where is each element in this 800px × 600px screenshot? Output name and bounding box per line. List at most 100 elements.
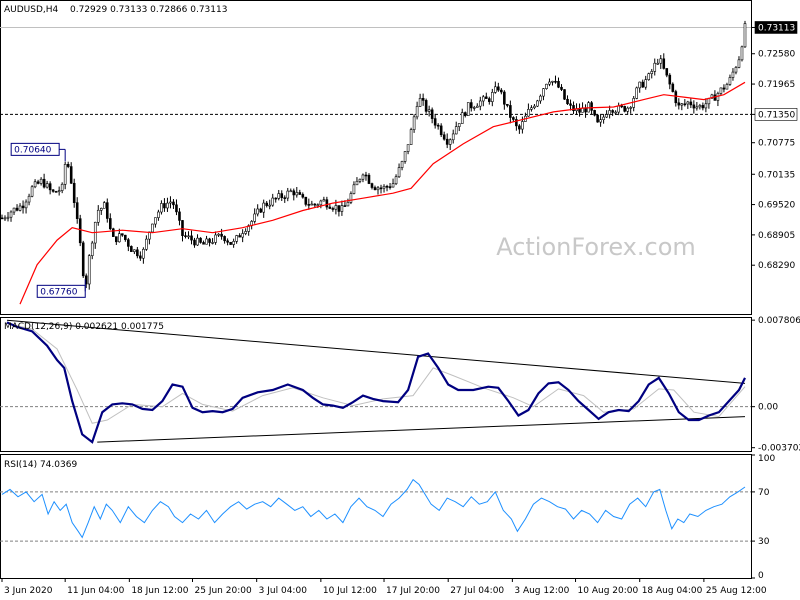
candle-body bbox=[451, 133, 455, 141]
candle-body bbox=[196, 237, 199, 246]
candle-body bbox=[244, 231, 247, 234]
candle-body bbox=[187, 235, 190, 238]
candle-body bbox=[527, 109, 530, 117]
time-tick-label: 10 Jul 12:00 bbox=[323, 586, 377, 596]
candle-body bbox=[584, 107, 587, 113]
candle-body bbox=[614, 111, 617, 114]
candle-body bbox=[545, 83, 548, 89]
callout-label: 0.67760 bbox=[40, 287, 77, 297]
candle-body bbox=[99, 207, 103, 211]
candle-body bbox=[590, 102, 593, 111]
candle-body bbox=[72, 182, 76, 203]
candle-body bbox=[509, 105, 512, 118]
macd-tick-label: 0.00 bbox=[758, 403, 778, 413]
candle-body bbox=[268, 204, 272, 207]
candle-body bbox=[205, 238, 208, 245]
time-tick-label: 3 Jul 04:00 bbox=[259, 586, 308, 596]
candle-body bbox=[539, 95, 542, 102]
candle-body bbox=[644, 79, 648, 88]
watermark: ActionForex.com bbox=[496, 233, 696, 261]
candle-body bbox=[12, 207, 16, 213]
macd-axis: 0.007806 0.00 -0.003702 bbox=[751, 316, 800, 454]
candle-body bbox=[530, 107, 533, 110]
rsi-axis: 100 70 30 0 bbox=[751, 454, 775, 581]
candle-body bbox=[463, 112, 467, 116]
candle-body bbox=[418, 97, 422, 107]
candle-body bbox=[400, 161, 404, 168]
candle-body bbox=[632, 98, 635, 108]
candle-body bbox=[656, 62, 660, 65]
candle-body bbox=[220, 233, 223, 237]
candle-body bbox=[415, 106, 419, 118]
candle-body bbox=[121, 233, 124, 236]
macd-title: MACD(12,26,9) 0.002621 0.001775 bbox=[4, 322, 164, 332]
candle-body bbox=[424, 100, 428, 112]
time-tick-label: 25 Aug 12:00 bbox=[706, 586, 767, 596]
candle-body bbox=[175, 204, 178, 213]
candle-body bbox=[115, 236, 118, 243]
candle-body bbox=[87, 255, 91, 285]
candle-body bbox=[337, 205, 341, 212]
candle-body bbox=[151, 223, 154, 233]
time-tick-label: 17 Jul 20:00 bbox=[386, 586, 440, 596]
candle-body bbox=[497, 86, 500, 91]
candle-body bbox=[316, 204, 320, 207]
price-tick-label: 0.71965 bbox=[758, 80, 795, 90]
candle-body bbox=[319, 200, 323, 206]
candle-body bbox=[521, 121, 524, 130]
candle-body bbox=[439, 125, 443, 136]
candle-body bbox=[698, 105, 702, 108]
candle-body bbox=[430, 109, 434, 119]
candle-body bbox=[39, 178, 43, 184]
candle-body bbox=[677, 102, 681, 106]
symbol-title: AUDUSD,H4 bbox=[4, 5, 59, 15]
candle-body bbox=[364, 174, 368, 177]
candle-body bbox=[223, 236, 226, 242]
candle-body bbox=[54, 191, 58, 193]
candle-body bbox=[292, 190, 296, 196]
candle-body bbox=[214, 234, 217, 243]
candle-body bbox=[286, 190, 290, 199]
candle-body bbox=[136, 249, 139, 257]
candle-body bbox=[124, 234, 127, 240]
candle-body bbox=[45, 183, 49, 188]
candle-body bbox=[265, 202, 269, 206]
candle-body bbox=[310, 203, 314, 206]
candle-body bbox=[475, 105, 479, 108]
time-tick-label: 18 Jun 12:00 bbox=[131, 586, 188, 596]
candle-body bbox=[274, 197, 278, 200]
candle-body bbox=[653, 62, 657, 72]
candle-body bbox=[24, 201, 28, 209]
callout-label: 0.70640 bbox=[14, 145, 51, 155]
candle-body bbox=[169, 201, 172, 204]
candle-body bbox=[722, 87, 726, 90]
candle-body bbox=[481, 96, 485, 102]
candle-body bbox=[719, 87, 723, 94]
candle-body bbox=[78, 218, 82, 244]
candle-body bbox=[334, 205, 338, 210]
candle-body bbox=[63, 164, 67, 185]
candle-body bbox=[229, 241, 232, 245]
candle-body bbox=[21, 205, 25, 209]
price-tick-label: 0.70775 bbox=[758, 139, 795, 149]
candle-body bbox=[665, 68, 669, 76]
candle-body bbox=[145, 238, 148, 250]
candle-body bbox=[503, 91, 506, 105]
candle-body bbox=[33, 181, 37, 188]
price-tick-label: 0.72580 bbox=[758, 50, 795, 60]
candle-body bbox=[608, 110, 611, 115]
candle-body bbox=[301, 194, 305, 198]
candle-body bbox=[355, 180, 359, 186]
candle-body bbox=[127, 239, 130, 247]
candle-body bbox=[172, 201, 175, 206]
candle-body bbox=[542, 88, 545, 97]
rsi-tick-label: 0 bbox=[758, 571, 764, 581]
candle-body bbox=[304, 196, 308, 205]
candle-body bbox=[554, 80, 557, 83]
time-tick-label: 27 Jul 04:00 bbox=[450, 586, 504, 596]
candle-body bbox=[108, 218, 112, 230]
candle-body bbox=[436, 124, 440, 127]
candle-body bbox=[289, 190, 293, 193]
price-tick-label: 0.70135 bbox=[758, 170, 795, 180]
time-tick-label: 3 Aug 12:00 bbox=[514, 586, 569, 596]
